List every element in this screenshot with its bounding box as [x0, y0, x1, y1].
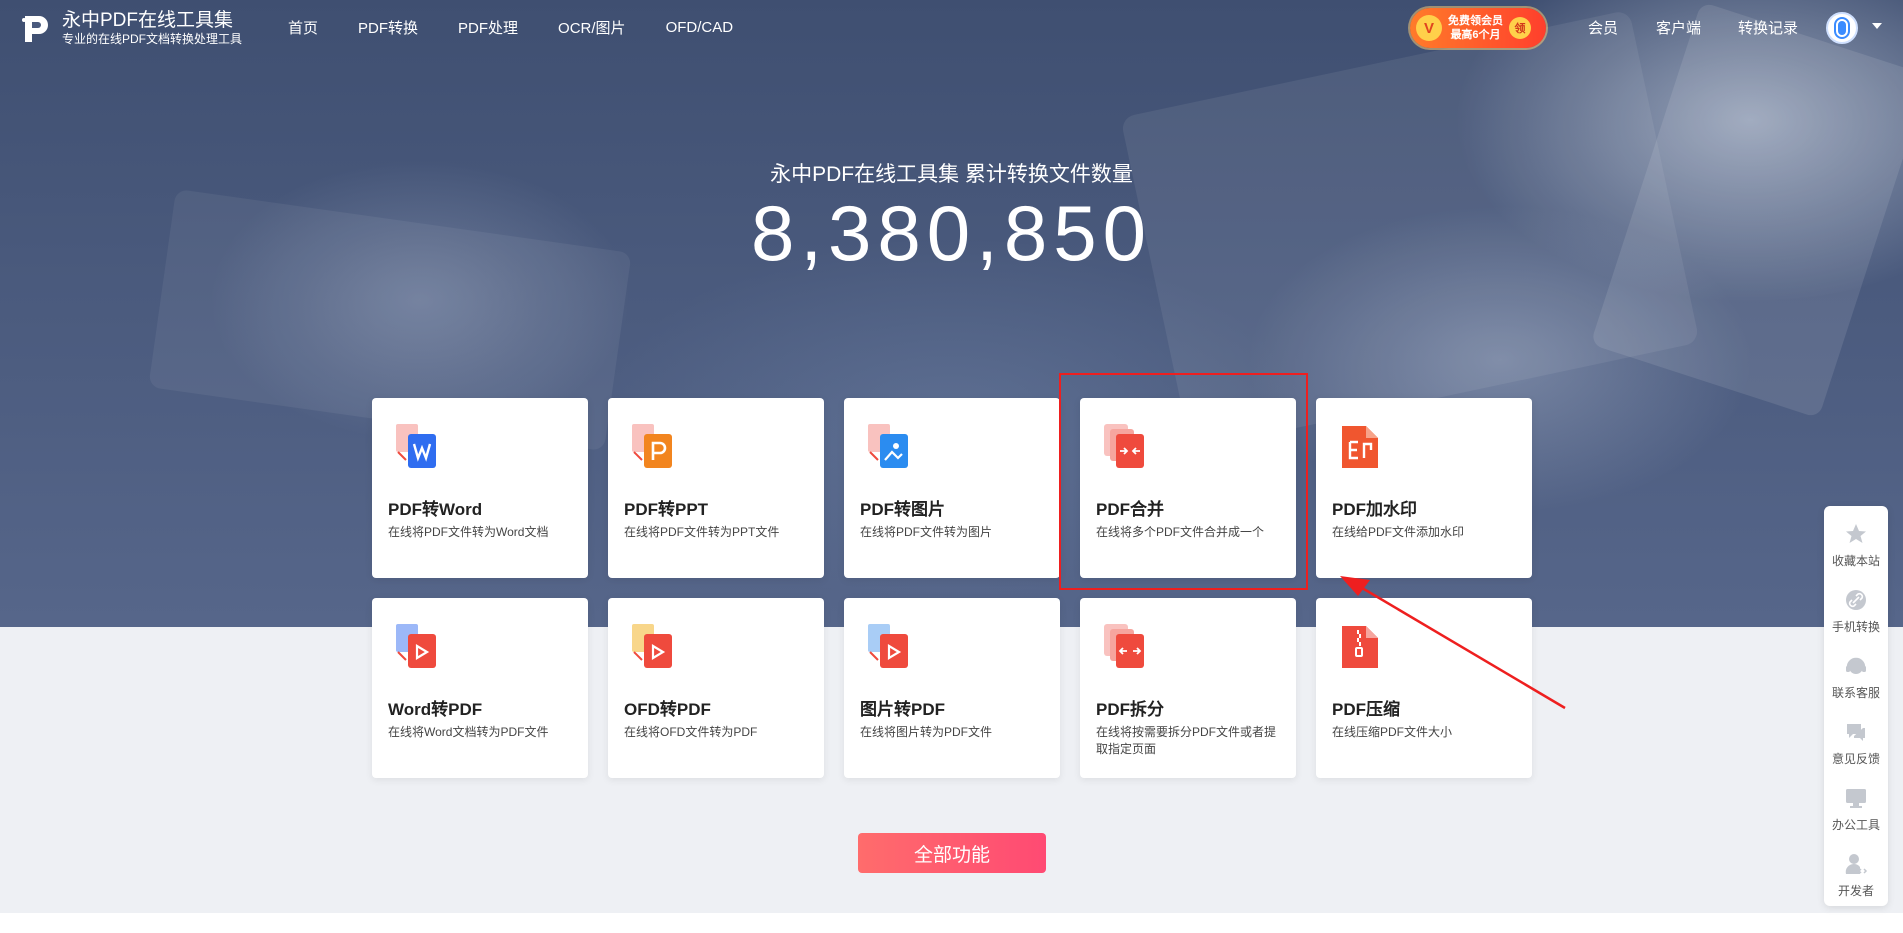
nav-ofd-cad[interactable]: OFD/CAD [666, 19, 734, 36]
nav-pdf-convert[interactable]: PDF转换 [358, 17, 418, 38]
link-icon [1844, 588, 1868, 612]
tool-description: 在线将Word文档转为PDF文件 [388, 725, 549, 739]
tool-title: PDF转Word [388, 500, 483, 519]
headset-icon [1844, 654, 1868, 678]
tool-description: 在线将图片转为PDF文件 [860, 725, 993, 739]
sidebar-favorite[interactable]: 收藏本站 [1824, 522, 1888, 569]
pdf-split-icon [1102, 622, 1148, 672]
tool-card-pdf-merge[interactable]: PDF合并 在线将多个PDF文件合并成一个 [1080, 398, 1296, 578]
tool-card-ofd-to-pdf[interactable]: OFD转PDF 在线将OFD文件转为PDF [608, 598, 824, 778]
tool-title: PDF合并 [1096, 500, 1164, 519]
pdf-to-ppt-icon [630, 422, 676, 472]
tool-description: 在线将按需要拆分PDF文件或者提取指定页面 [1096, 725, 1277, 756]
ofd-to-pdf-icon [630, 622, 676, 672]
sidebar-label: 办公工具 [1831, 818, 1880, 832]
history-link[interactable]: 转换记录 [1738, 0, 1798, 54]
client-link[interactable]: 客户端 [1656, 0, 1701, 54]
logo-title: 永中PDF在线工具集 [62, 10, 234, 31]
tool-title: PDF转图片 [860, 500, 945, 519]
nav-home[interactable]: 首页 [288, 17, 318, 38]
sidebar-label: 手机转换 [1831, 620, 1880, 634]
vip-icon: V [1416, 15, 1442, 41]
free-vip-badge[interactable]: V 免费领会员 最高6个月 领 [1410, 8, 1546, 48]
tool-description: 在线将PDF文件转为PPT文件 [624, 525, 780, 539]
pdf-compress-icon [1338, 622, 1384, 672]
tool-card-pdf-compress[interactable]: PDF压缩 在线压缩PDF文件大小 [1316, 598, 1532, 778]
tool-description: 在线压缩PDF文件大小 [1332, 725, 1453, 739]
star-icon [1844, 522, 1868, 546]
sidebar-label: 联系客服 [1831, 686, 1880, 700]
pdf-merge-icon [1102, 422, 1148, 472]
tool-description: 在线将多个PDF文件合并成一个 [1096, 525, 1265, 539]
monitor-icon [1844, 786, 1868, 810]
sidebar-developer[interactable]: 开发者 [1824, 852, 1888, 899]
tool-title: PDF加水印 [1332, 500, 1417, 519]
tool-description: 在线将PDF文件转为Word文档 [388, 525, 549, 539]
user-avatar[interactable] [1826, 12, 1858, 44]
tool-title: Word转PDF [388, 700, 483, 719]
sidebar-support[interactable]: 联系客服 [1824, 654, 1888, 701]
chat-icon [1844, 720, 1868, 744]
gift-icon: 领 [1509, 17, 1531, 39]
main-nav: 首页 PDF转换 PDF处理 OCR/图片 OFD/CAD [288, 0, 773, 54]
pdf-watermark-icon [1338, 422, 1384, 472]
tool-card-pdf-to-ppt[interactable]: PDF转PPT 在线将PDF文件转为PPT文件 [608, 398, 824, 578]
tool-card-pdf-split[interactable]: PDF拆分 在线将按需要拆分PDF文件或者提取指定页面 [1080, 598, 1296, 778]
site-logo[interactable]: 永中PDF在线工具集 专业的在线PDF文档转换处理工具 [20, 10, 242, 47]
conversion-count: 8,380,850 [750, 189, 1152, 277]
vip-line-1: 免费领会员 [1448, 15, 1503, 27]
logo-subtitle: 专业的在线PDF文档转换处理工具 [62, 32, 243, 46]
sidebar-office-tools[interactable]: 办公工具 [1824, 786, 1888, 833]
chevron-down-icon[interactable] [1872, 23, 1882, 29]
word-to-pdf-icon [394, 622, 440, 672]
nav-pdf-process[interactable]: PDF处理 [458, 17, 518, 38]
developer-icon [1844, 852, 1868, 876]
tool-title: OFD转PDF [624, 700, 711, 719]
tool-card-pdf-to-image[interactable]: PDF转图片 在线将PDF文件转为图片 [844, 398, 1060, 578]
hero-subtitle: 永中PDF在线工具集 累计转换文件数量 [770, 163, 1133, 186]
tool-title: 图片转PDF [860, 700, 945, 719]
member-link[interactable]: 会员 [1588, 0, 1618, 54]
sidebar-label: 收藏本站 [1831, 554, 1880, 568]
all-features-button[interactable]: 全部功能 [858, 833, 1046, 873]
sidebar-feedback[interactable]: 意见反馈 [1824, 720, 1888, 767]
top-header: 永中PDF在线工具集 专业的在线PDF文档转换处理工具 首页 PDF转换 PDF… [0, 0, 1903, 54]
tool-title: PDF压缩 [1332, 700, 1400, 719]
nav-ocr-image[interactable]: OCR/图片 [558, 17, 626, 38]
floating-sidebar: 收藏本站 手机转换 联系客服 意见反馈 办公工具 开发者 [1824, 506, 1888, 906]
sidebar-mobile[interactable]: 手机转换 [1824, 588, 1888, 635]
vip-line-2: 最高6个月 [1450, 29, 1501, 41]
tool-description: 在线给PDF文件添加水印 [1332, 525, 1465, 539]
tool-description: 在线将OFD文件转为PDF [624, 725, 758, 739]
sidebar-label: 意见反馈 [1831, 752, 1880, 766]
tool-card-image-to-pdf[interactable]: 图片转PDF 在线将图片转为PDF文件 [844, 598, 1060, 778]
pdf-to-word-icon [394, 422, 440, 472]
sidebar-label: 开发者 [1837, 884, 1874, 898]
logo-icon [20, 12, 54, 46]
tool-card-pdf-watermark[interactable]: PDF加水印 在线给PDF文件添加水印 [1316, 398, 1532, 578]
tool-title: PDF拆分 [1096, 700, 1164, 719]
avatar-icon [1836, 19, 1848, 37]
footer-strip [0, 913, 1903, 933]
tool-card-pdf-to-word[interactable]: PDF转Word 在线将PDF文件转为Word文档 [372, 398, 588, 578]
tool-title: PDF转PPT [624, 500, 709, 519]
pdf-to-image-icon [866, 422, 912, 472]
tool-card-word-to-pdf[interactable]: Word转PDF 在线将Word文档转为PDF文件 [372, 598, 588, 778]
tool-description: 在线将PDF文件转为图片 [860, 525, 993, 539]
image-to-pdf-icon [866, 622, 912, 672]
